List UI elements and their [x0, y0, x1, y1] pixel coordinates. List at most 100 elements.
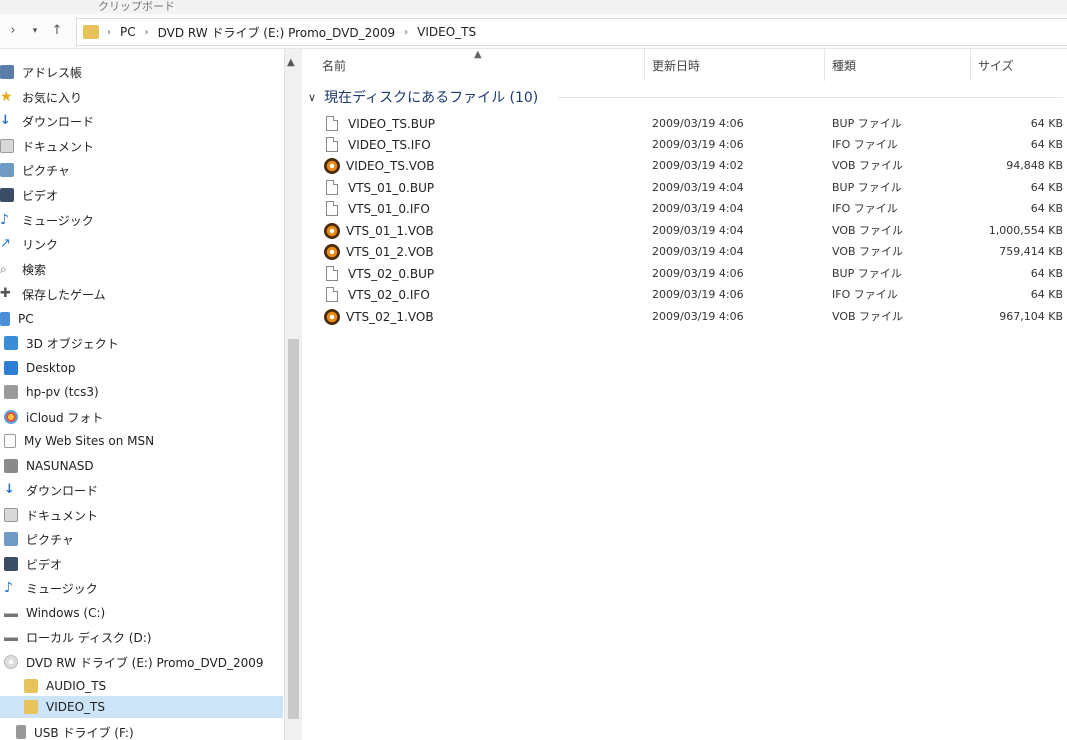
sidebar-item-hp-pv[interactable]: hp-pv (tcs3): [4, 381, 99, 403]
file-name: VIDEO_TS.IFO: [348, 137, 431, 152]
desktop-icon: [4, 361, 18, 375]
file-name: VTS_01_1.VOB: [346, 223, 434, 238]
sidebar-item-saved-games[interactable]: ✚ 保存したゲーム: [0, 283, 106, 305]
cube-icon: [4, 336, 18, 350]
vob-icon: [324, 243, 340, 260]
table-row[interactable]: VIDEO_TS.VOB 2009/03/19 4:02 VOB ファイル 94…: [302, 155, 1067, 176]
table-row[interactable]: VIDEO_TS.IFO 2009/03/19 4:06 IFO ファイル 64…: [302, 134, 1067, 155]
chevron-down-icon[interactable]: ∨: [308, 91, 316, 104]
sidebar-item-windows-c[interactable]: Windows (C:): [4, 602, 105, 624]
table-row[interactable]: VIDEO_TS.BUP 2009/03/19 4:06 BUP ファイル 64…: [302, 113, 1067, 134]
sidebar-item-desktop[interactable]: Desktop: [4, 357, 76, 379]
sidebar-item-nasunasd[interactable]: NASUNASD: [4, 455, 94, 477]
column-header-name[interactable]: 名前: [322, 49, 642, 81]
sidebar-item-pc-videos[interactable]: ビデオ: [4, 553, 62, 575]
file-type-cell: VOB ファイル: [832, 159, 904, 172]
scroll-up-arrow-icon[interactable]: ▲: [287, 57, 295, 68]
sidebar-item-links[interactable]: ↗ リンク: [0, 233, 58, 255]
group-divider: [558, 97, 1063, 98]
sidebar-item-dvd-drive[interactable]: DVD RW ドライブ (E:) Promo_DVD_2009: [4, 651, 264, 673]
file-name-cell[interactable]: VIDEO_TS.BUP: [326, 113, 435, 134]
sidebar-item-music[interactable]: ♪ ミュージック: [0, 209, 94, 231]
table-row[interactable]: VTS_01_2.VOB 2009/03/19 4:04 VOB ファイル 75…: [302, 241, 1067, 262]
sidebar-item-favorites[interactable]: ★ お気に入り: [0, 86, 82, 108]
column-header-date[interactable]: 更新日時: [652, 49, 822, 81]
sidebar-item-label: DVD RW ドライブ (E:) Promo_DVD_2009: [26, 655, 264, 670]
scrollbar-thumb[interactable]: [288, 339, 299, 719]
sidebar-item-label: hp-pv (tcs3): [26, 385, 99, 399]
crumb-separator-icon[interactable]: ›: [145, 27, 149, 38]
picture-icon: [0, 163, 14, 177]
sidebar-item-pictures[interactable]: ピクチャ: [0, 159, 70, 181]
address-bar[interactable]: › PC › DVD RW ドライブ (E:) Promo_DVD_2009 ›…: [76, 18, 1067, 46]
recent-dropdown-icon[interactable]: ▾: [26, 22, 44, 40]
sidebar-item-search[interactable]: ⌕ 検索: [0, 258, 46, 280]
sidebar-item-local-disk-d[interactable]: ローカル ディスク (D:): [4, 626, 151, 648]
table-row[interactable]: VTS_02_1.VOB 2009/03/19 4:06 VOB ファイル 96…: [302, 306, 1067, 327]
sidebar-item-video-ts[interactable]: VIDEO_TS: [0, 696, 283, 718]
sidebar-item-audio-ts[interactable]: AUDIO_TS: [24, 675, 106, 697]
sidebar-item-3d-objects[interactable]: 3D オブジェクト: [4, 332, 119, 354]
column-divider[interactable]: [824, 49, 825, 81]
sidebar-item-label: アドレス帳: [22, 65, 83, 80]
crumb-separator-icon[interactable]: ›: [404, 27, 408, 38]
sidebar-item-icloud-photos[interactable]: iCloud フォト: [4, 406, 103, 428]
sidebar-item-videos[interactable]: ビデオ: [0, 184, 58, 206]
column-header-size[interactable]: サイズ: [978, 49, 1063, 81]
file-date-cell: 2009/03/19 4:06: [652, 138, 744, 151]
sidebar-item-label: ビデオ: [26, 557, 63, 572]
breadcrumb-dvd-drive[interactable]: DVD RW ドライブ (E:) Promo_DVD_2009: [158, 24, 396, 41]
file-name-cell[interactable]: VTS_01_2.VOB: [324, 241, 434, 262]
up-arrow-icon[interactable]: ↑: [48, 22, 66, 40]
file-name-cell[interactable]: VTS_02_1.VOB: [324, 306, 434, 327]
sidebar-item-label: PC: [18, 312, 34, 326]
file-date-cell: 2009/03/19 4:06: [652, 267, 744, 280]
file-type-cell: IFO ファイル: [832, 202, 898, 215]
file-date-cell: 2009/03/19 4:04: [652, 181, 744, 194]
breadcrumb-pc[interactable]: PC: [120, 25, 136, 39]
file-name-cell[interactable]: VTS_01_0.BUP: [326, 177, 434, 198]
file-name-cell[interactable]: VTS_01_1.VOB: [324, 220, 434, 241]
file-icon: [326, 137, 338, 152]
file-name-cell[interactable]: VTS_02_0.IFO: [326, 284, 430, 305]
search-icon: ⌕: [0, 262, 7, 276]
game-controller-icon: ✚: [0, 286, 11, 301]
sidebar-item-downloads[interactable]: ↓ ダウンロード: [0, 110, 94, 132]
table-row[interactable]: VTS_01_0.BUP 2009/03/19 4:04 BUP ファイル 64…: [302, 177, 1067, 198]
sidebar-item-address-book[interactable]: アドレス帳: [0, 61, 82, 83]
column-divider[interactable]: [644, 49, 645, 81]
breadcrumb-video-ts[interactable]: VIDEO_TS: [417, 25, 476, 39]
network-drive-icon: [4, 459, 18, 473]
sidebar-item-pc[interactable]: PC: [0, 308, 34, 330]
sidebar-item-pc-music[interactable]: ♪ ミュージック: [4, 577, 98, 599]
crumb-separator-icon[interactable]: ›: [107, 27, 111, 38]
table-row[interactable]: VTS_02_0.BUP 2009/03/19 4:06 BUP ファイル 64…: [302, 263, 1067, 284]
column-divider[interactable]: [970, 49, 971, 81]
back-chevron-icon[interactable]: ›: [4, 22, 22, 40]
table-row[interactable]: VTS_02_0.IFO 2009/03/19 4:06 IFO ファイル 64…: [302, 284, 1067, 305]
file-name-cell[interactable]: VTS_01_0.IFO: [326, 198, 430, 219]
sidebar-item-label: リンク: [22, 237, 59, 252]
address-book-icon: [0, 65, 14, 79]
sidebar-item-pc-pictures[interactable]: ピクチャ: [4, 528, 74, 550]
music-note-icon: ♪: [4, 580, 13, 596]
sidebar-item-label: 保存したゲーム: [22, 287, 106, 302]
sidebar-item-pc-documents[interactable]: ドキュメント: [4, 504, 98, 526]
navigation-scrollbar[interactable]: ▲: [284, 49, 302, 740]
document-icon: [0, 139, 14, 153]
group-header[interactable]: ∨ 現在ディスクにあるファイル (10): [308, 87, 538, 107]
table-row[interactable]: VTS_01_1.VOB 2009/03/19 4:04 VOB ファイル 1,…: [302, 220, 1067, 241]
file-name-cell[interactable]: VTS_02_0.BUP: [326, 263, 434, 284]
navigation-pane: アドレス帳 ★ お気に入り ↓ ダウンロード ドキュメント ピクチャ ビデオ ♪…: [0, 49, 283, 740]
file-icon: [326, 116, 338, 131]
file-name-cell[interactable]: VIDEO_TS.VOB: [324, 155, 434, 176]
table-row[interactable]: VTS_01_0.IFO 2009/03/19 4:04 IFO ファイル 64…: [302, 198, 1067, 219]
sidebar-item-my-web-sites[interactable]: My Web Sites on MSN: [4, 430, 154, 452]
sidebar-item-documents[interactable]: ドキュメント: [0, 135, 94, 157]
address-toolbar: › ▾ ↑ › PC › DVD RW ドライブ (E:) Promo_DVD_…: [0, 14, 1067, 49]
file-name-cell[interactable]: VIDEO_TS.IFO: [326, 134, 431, 155]
sidebar-item-pc-downloads[interactable]: ↓ ダウンロード: [4, 479, 98, 501]
column-header-type[interactable]: 種類: [832, 49, 962, 81]
drive-icon: [4, 630, 18, 644]
sidebar-item-usb-drive-f[interactable]: USB ドライブ (F:): [16, 721, 134, 740]
